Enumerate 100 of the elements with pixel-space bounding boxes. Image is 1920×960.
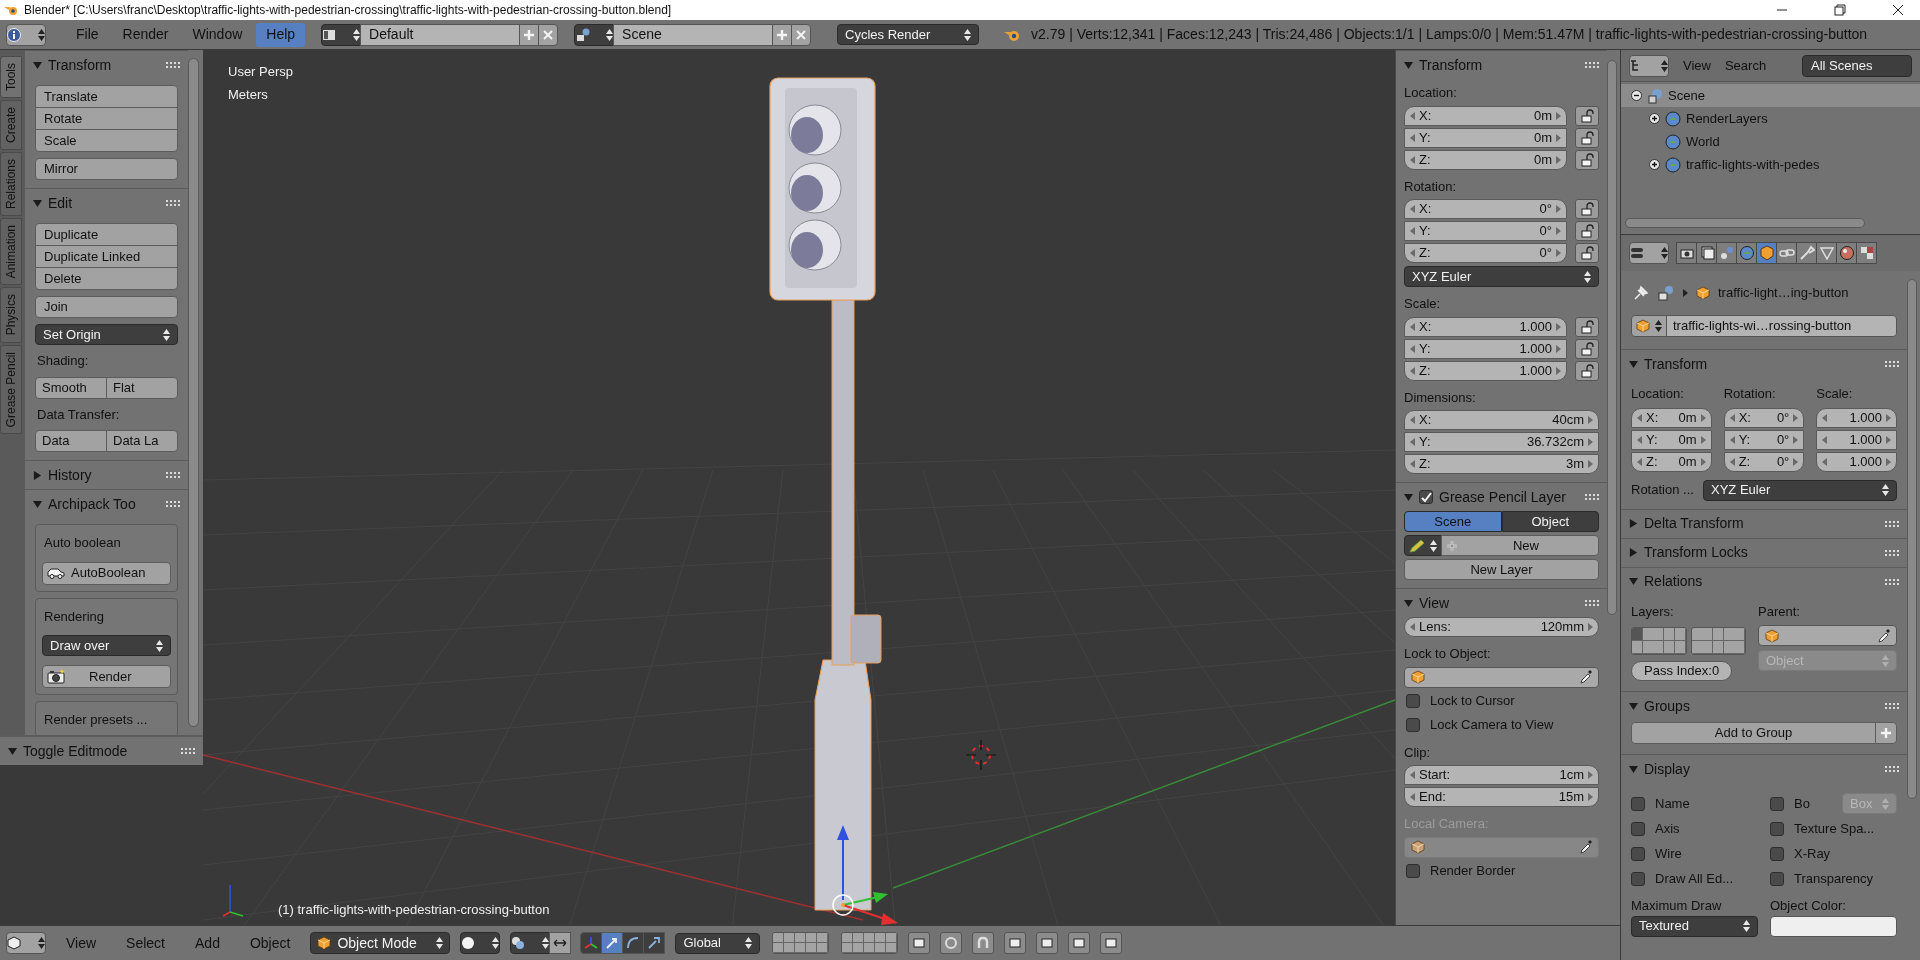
object-field[interactable] — [1758, 625, 1897, 646]
layer-toggle[interactable] — [1712, 628, 1724, 641]
checkbox[interactable] — [1406, 718, 1420, 732]
checkbox[interactable] — [1406, 864, 1420, 878]
panel-title[interactable]: Groups — [1644, 695, 1690, 717]
lock-button[interactable] — [1575, 360, 1599, 381]
number-field[interactable]: X: 0m — [1404, 105, 1567, 126]
layer-toggle[interactable] — [1723, 628, 1735, 641]
number-field[interactable]: Z: 0m — [1404, 149, 1567, 170]
context-tab[interactable] — [1796, 242, 1817, 264]
tool-button[interactable]: Rotate — [35, 107, 178, 130]
header-button[interactable] — [908, 932, 931, 954]
checkbox[interactable] — [1770, 821, 1784, 836]
panel-title[interactable]: Delta Transform — [1644, 513, 1744, 534]
expand-arrow-icon[interactable] — [1404, 60, 1413, 70]
number-field[interactable]: End: 15m — [1404, 787, 1599, 807]
pin-icon[interactable] — [1633, 285, 1649, 301]
panel-title[interactable]: Transform — [1644, 353, 1708, 375]
mode-dropdown[interactable]: Object Mode — [310, 932, 451, 954]
lock-button[interactable] — [1575, 149, 1599, 170]
scrollbar[interactable] — [188, 58, 199, 727]
add-to-group-button[interactable]: Add to Group — [1631, 722, 1876, 744]
checkbox[interactable] — [1770, 871, 1784, 886]
layer-toggle[interactable] — [1642, 628, 1654, 641]
context-tab[interactable] — [1716, 242, 1737, 264]
tool-button[interactable]: Duplicate — [35, 223, 178, 246]
header-button[interactable] — [972, 932, 995, 954]
transform-gizmo-icon[interactable] — [832, 825, 898, 925]
panel-title[interactable]: Transform — [1419, 54, 1483, 76]
layer-toggle[interactable] — [1712, 641, 1724, 654]
dropdown[interactable]: Textured — [1631, 915, 1758, 937]
pencil-dropdown[interactable] — [1404, 535, 1442, 556]
expand-arrow-icon[interactable] — [1629, 519, 1638, 528]
tool-button[interactable]: Mirror — [35, 158, 178, 180]
object-field[interactable] — [1404, 666, 1599, 688]
number-field[interactable]: Z: 1.000 — [1404, 360, 1567, 381]
number-field[interactable]: Pass Index:0 — [1631, 661, 1733, 681]
checkbox[interactable] — [1631, 821, 1645, 836]
context-tab[interactable] — [1836, 242, 1857, 264]
panel-title[interactable]: Display — [1644, 758, 1690, 780]
editor-type-button[interactable] — [1629, 242, 1669, 264]
menu-item[interactable]: File — [66, 22, 109, 47]
tool-button[interactable]: Data — [35, 430, 107, 452]
panel-button[interactable]: New Layer — [1404, 559, 1599, 580]
lock-button[interactable] — [1575, 105, 1599, 126]
tool-button[interactable]: Duplicate Linked — [35, 245, 178, 268]
expand-arrow-icon[interactable] — [33, 198, 42, 208]
lock-button[interactable] — [1575, 127, 1599, 148]
tool-button[interactable]: AutoBoolean — [42, 561, 171, 585]
menu-item[interactable]: Add — [185, 932, 230, 954]
expand-icon[interactable] — [1649, 159, 1660, 170]
lock-button[interactable] — [1575, 338, 1599, 359]
number-field[interactable]: Y: 0° — [1723, 429, 1805, 450]
expand-icon[interactable] — [1649, 113, 1660, 124]
dropdown[interactable]: Global — [675, 932, 761, 954]
dropdown[interactable]: XYZ Euler — [1703, 479, 1897, 501]
context-tab[interactable] — [1776, 242, 1797, 264]
outliner-row[interactable]: traffic-lights-with-pedes — [1621, 153, 1920, 176]
layer-toggle[interactable] — [1642, 641, 1654, 654]
panel-title[interactable]: View — [1419, 592, 1450, 614]
layer-toggle[interactable] — [1653, 628, 1665, 641]
menu-item[interactable]: Window — [182, 22, 253, 47]
tool-button[interactable]: Smooth — [35, 376, 107, 399]
pivot-dropdown[interactable] — [510, 932, 551, 954]
expand-arrow-icon[interactable] — [1629, 548, 1638, 557]
dropdown[interactable]: All Scenes — [1802, 54, 1912, 77]
number-field[interactable]: Start: 1cm — [1404, 765, 1599, 785]
number-field[interactable]: Z: 0m — [1631, 451, 1712, 472]
expand-arrow-icon[interactable] — [1404, 598, 1413, 608]
menu-item[interactable]: Search — [1724, 55, 1767, 76]
number-field[interactable]: 1.000 — [1816, 407, 1897, 428]
outliner-row[interactable]: Scene — [1621, 84, 1920, 107]
expand-arrow-icon[interactable] — [1629, 764, 1638, 774]
number-field[interactable]: Z: 3m — [1404, 454, 1599, 474]
panel-title[interactable]: Transform — [48, 54, 112, 76]
tool-button[interactable]: Join — [35, 296, 178, 318]
panel-title[interactable]: Edit — [48, 192, 73, 214]
add-button[interactable] — [1875, 722, 1897, 744]
manipulator-toggle[interactable] — [622, 932, 645, 954]
outliner-row[interactable]: World — [1621, 130, 1920, 153]
menu-item[interactable]: Render — [112, 22, 179, 47]
layer-toggle[interactable] — [1632, 628, 1643, 641]
layer-grid[interactable] — [841, 932, 899, 954]
dropdown[interactable]: Set Origin — [35, 324, 178, 345]
tab[interactable]: Scene — [1404, 511, 1502, 532]
context-tab[interactable] — [1696, 242, 1717, 264]
number-field[interactable]: Y: 36.732cm — [1404, 432, 1599, 452]
datablock-dropdown[interactable] — [1631, 315, 1667, 337]
layer-toggle[interactable] — [1691, 641, 1703, 654]
collapse-icon[interactable] — [1631, 90, 1642, 101]
expand-arrow-icon[interactable] — [1404, 492, 1413, 502]
expand-arrow-icon[interactable] — [33, 60, 42, 70]
number-field[interactable]: Y: 0m — [1404, 127, 1567, 148]
tool-button[interactable]: Translate — [35, 85, 178, 108]
tool-button[interactable]: Data La — [106, 430, 178, 452]
number-field[interactable]: Z: 0° — [1404, 243, 1567, 263]
context-tab[interactable] — [1756, 242, 1777, 264]
context-tab[interactable] — [1736, 242, 1757, 264]
editor-type-button[interactable] — [1629, 54, 1669, 77]
name-field[interactable]: traffic-lights-wi…rossing-button — [1666, 315, 1897, 337]
